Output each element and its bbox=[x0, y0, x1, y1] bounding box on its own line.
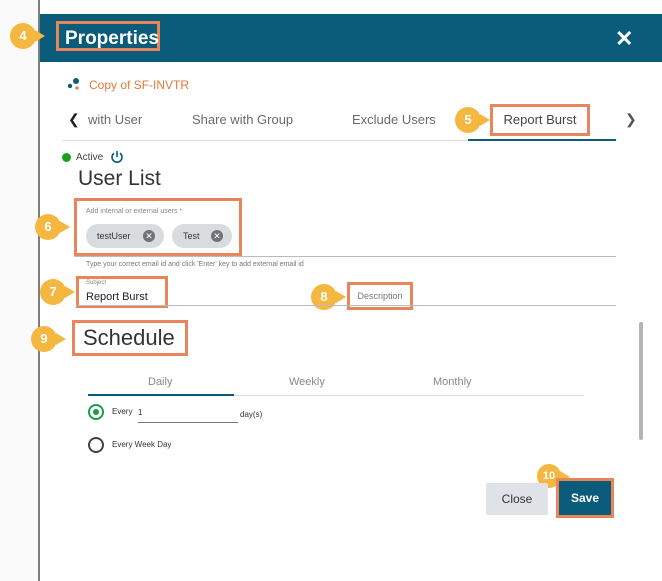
chip-label: Test bbox=[183, 231, 200, 241]
status-dot bbox=[62, 153, 71, 162]
users-field-underline bbox=[74, 256, 616, 257]
chip-remove-icon[interactable]: ✕ bbox=[143, 230, 155, 242]
every-radio[interactable] bbox=[88, 404, 104, 420]
days-unit-label: day(s) bbox=[240, 410, 263, 419]
user-chip[interactable]: testUser ✕ bbox=[86, 224, 164, 248]
tab-exclude-users[interactable]: Exclude Users bbox=[352, 112, 436, 127]
schedule-title: Schedule bbox=[72, 320, 188, 356]
scrollbar[interactable] bbox=[639, 322, 643, 440]
close-icon[interactable]: ✕ bbox=[615, 28, 633, 50]
user-list-title: User List bbox=[78, 167, 161, 190]
every-days-input[interactable]: 1 bbox=[138, 408, 238, 423]
dialog-title: Properties bbox=[56, 21, 160, 51]
tab-weekly[interactable]: Weekly bbox=[289, 376, 325, 388]
chip-label: testUser bbox=[97, 231, 131, 241]
status-label: Active bbox=[76, 152, 104, 163]
user-chip[interactable]: Test ✕ bbox=[172, 224, 232, 248]
subject-label: Subject bbox=[86, 280, 107, 286]
users-field-label: Add internal or external users * bbox=[86, 208, 183, 215]
tab-scroll-right-icon[interactable]: ❯ bbox=[625, 111, 637, 128]
every-label: Every bbox=[112, 407, 133, 416]
tab-share-with-group[interactable]: Share with Group bbox=[192, 112, 293, 127]
users-field-hint: Type your correct email id and click 'En… bbox=[86, 261, 304, 268]
field-underline bbox=[76, 305, 616, 306]
callout-badge: 7 bbox=[40, 279, 75, 305]
window-left-edge bbox=[0, 0, 40, 581]
tab-scroll-left-icon[interactable]: ❮ bbox=[68, 111, 80, 128]
callout-badge: 5 bbox=[455, 107, 490, 133]
every-week-day-radio[interactable] bbox=[88, 437, 104, 453]
every-week-day-label: Every Week Day bbox=[112, 440, 172, 449]
tab-report-burst[interactable]: Report Burst bbox=[490, 104, 590, 136]
datasource-icon bbox=[67, 78, 79, 90]
power-icon[interactable] bbox=[110, 150, 124, 164]
tab-share-with-user[interactable]: with User bbox=[88, 112, 142, 127]
schedule-active-tab-indicator bbox=[88, 394, 234, 396]
close-button[interactable]: Close bbox=[486, 483, 548, 515]
chip-remove-icon[interactable]: ✕ bbox=[211, 230, 223, 242]
subject-input[interactable]: Report Burst bbox=[86, 291, 148, 303]
callout-badge: 9 bbox=[31, 326, 66, 352]
save-button[interactable]: Save bbox=[556, 478, 614, 518]
callout-badge: 4 bbox=[10, 23, 45, 49]
tab-daily[interactable]: Daily bbox=[148, 376, 172, 388]
tab-monthly[interactable]: Monthly bbox=[433, 376, 472, 388]
datasource-name[interactable]: Copy of SF-INVTR bbox=[89, 78, 189, 92]
callout-badge: 6 bbox=[35, 214, 70, 240]
callout-badge: 8 bbox=[311, 284, 346, 310]
top-strip bbox=[40, 0, 662, 14]
active-tab-indicator bbox=[468, 139, 616, 141]
